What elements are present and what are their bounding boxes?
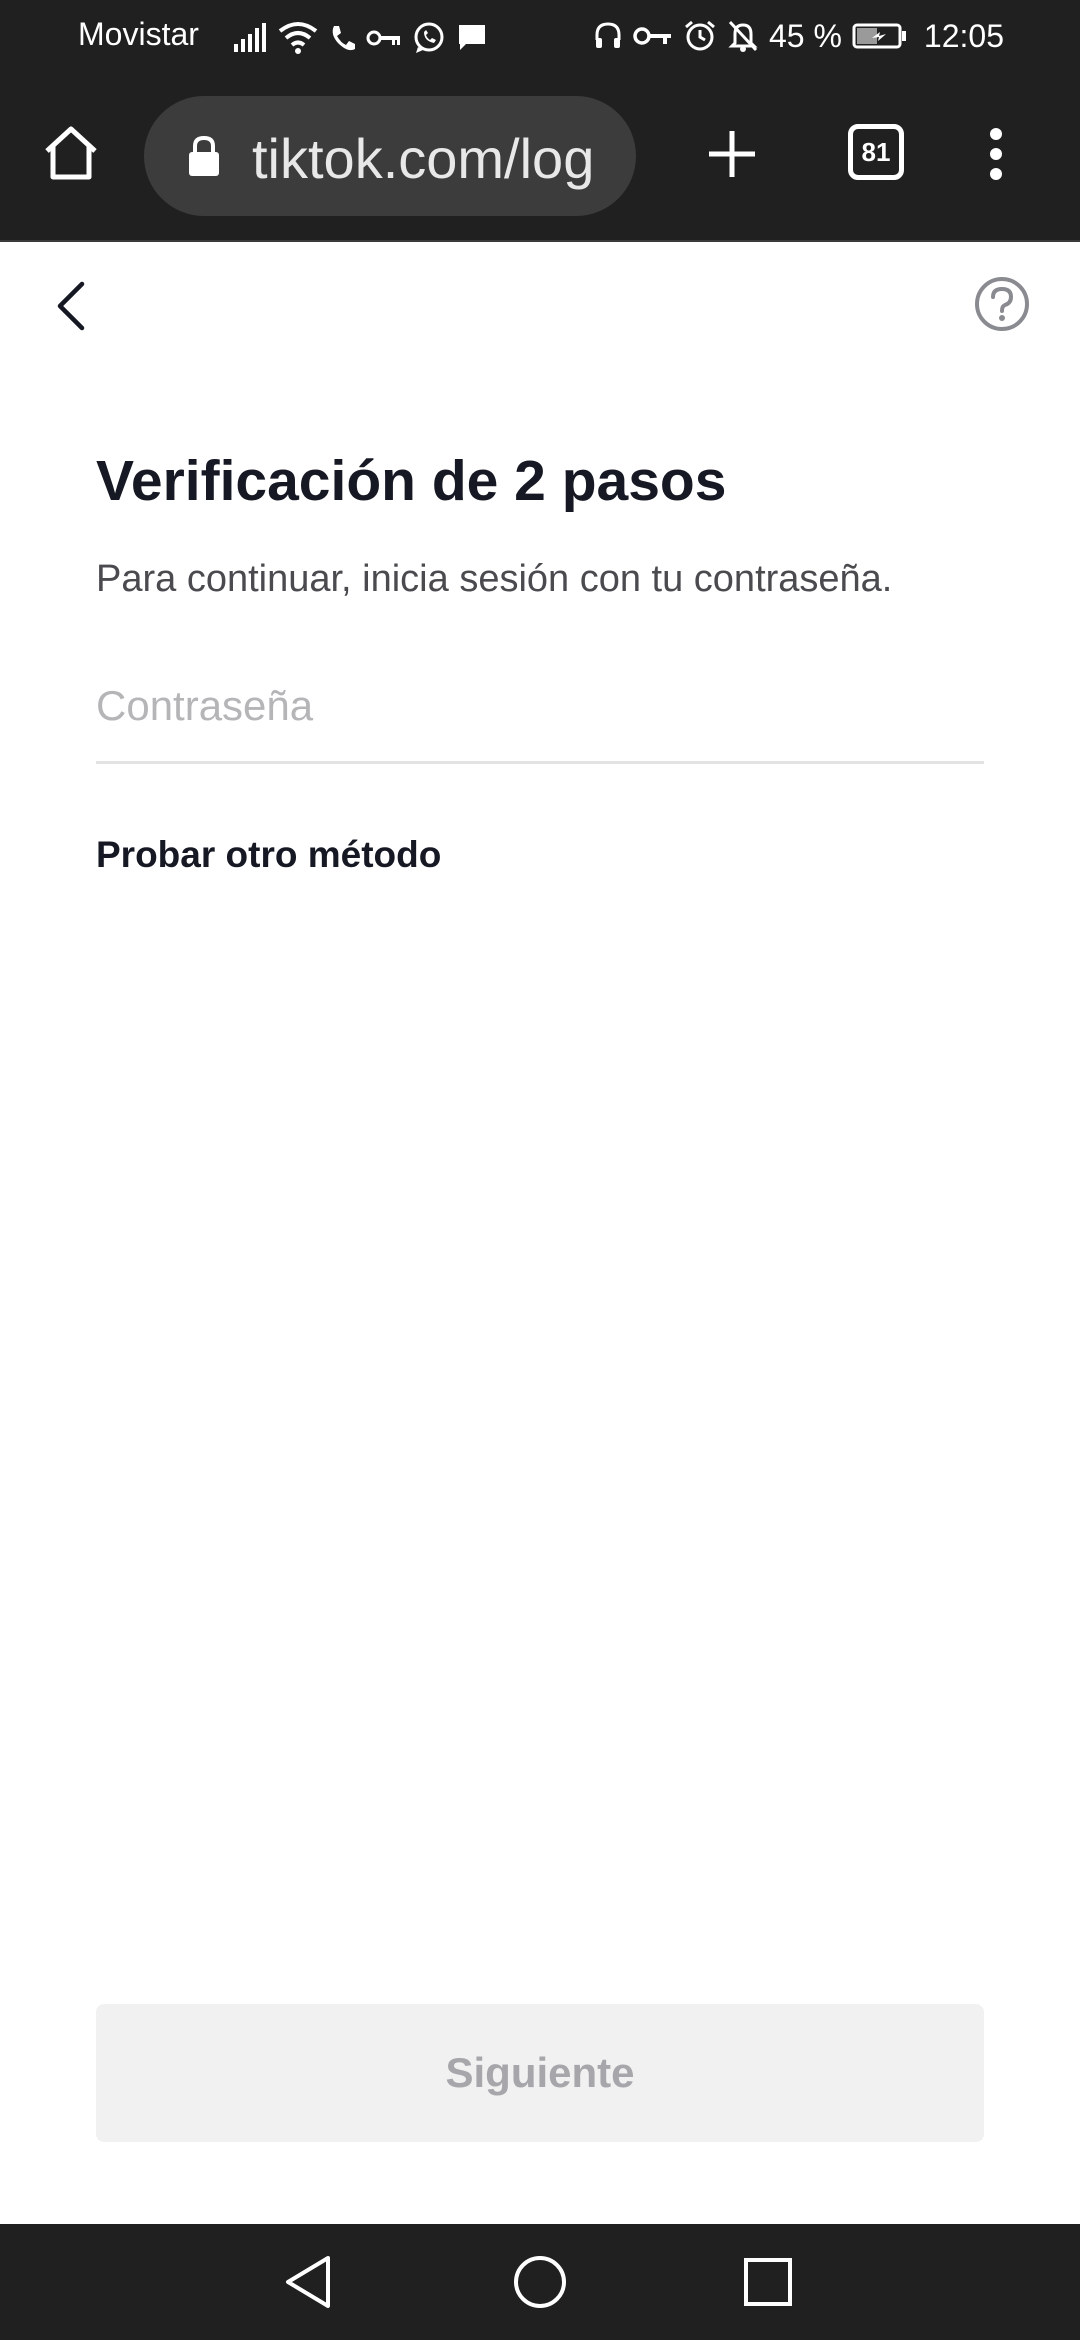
whatsapp-icon bbox=[414, 22, 444, 53]
more-vertical-icon bbox=[990, 128, 1002, 180]
lock-icon bbox=[189, 135, 219, 176]
home-icon bbox=[45, 126, 97, 180]
address-bar[interactable]: tiktok.com/log bbox=[144, 96, 636, 216]
help-icon bbox=[975, 277, 1029, 331]
try-another-method-link[interactable]: Probar otro método bbox=[96, 834, 441, 876]
back-button[interactable] bbox=[44, 276, 96, 336]
battery-percent: 45 % bbox=[768, 17, 842, 54]
circle-home-icon bbox=[514, 2256, 566, 2308]
password-input[interactable] bbox=[96, 650, 984, 764]
tab-count: 81 bbox=[861, 136, 891, 167]
call-icon bbox=[332, 26, 355, 51]
system-recents-button[interactable] bbox=[736, 2250, 800, 2314]
clock: 12:05 bbox=[923, 17, 1004, 54]
browser-toolbar: tiktok.com/log 81 bbox=[0, 74, 1080, 242]
headset-icon bbox=[595, 22, 621, 48]
wifi-icon bbox=[278, 22, 318, 54]
status-bar: Movistar 45 % 12:05 bbox=[0, 0, 1080, 74]
key-icon bbox=[366, 30, 400, 46]
help-button[interactable] bbox=[974, 276, 1030, 332]
battery-icon bbox=[852, 23, 906, 49]
page-title: Verificación de 2 pasos bbox=[96, 449, 727, 513]
bell-off-icon bbox=[728, 20, 758, 52]
carrier-name: Movistar bbox=[78, 16, 199, 52]
chevron-left-icon bbox=[57, 281, 85, 331]
new-tab-button[interactable] bbox=[696, 118, 768, 190]
status-right-icons: 45 % 12:05 bbox=[593, 14, 1004, 58]
square-recents-icon bbox=[744, 2258, 792, 2306]
system-back-button[interactable] bbox=[276, 2250, 340, 2314]
triangle-back-icon bbox=[286, 2256, 330, 2308]
plus-icon bbox=[709, 131, 755, 177]
system-home-button[interactable] bbox=[508, 2250, 572, 2314]
system-navigation-bar bbox=[0, 2224, 1080, 2340]
status-left-icons bbox=[232, 18, 488, 58]
page-subtitle: Para continuar, inicia sesión con tu con… bbox=[96, 558, 893, 600]
url-text: tiktok.com/log bbox=[252, 127, 595, 190]
browser-menu-button[interactable] bbox=[976, 118, 1016, 190]
message-icon bbox=[459, 25, 485, 50]
next-button[interactable]: Siguiente bbox=[96, 2004, 984, 2142]
tab-switcher-button[interactable]: 81 bbox=[848, 124, 904, 180]
alarm-icon bbox=[685, 20, 715, 51]
vpn-key-icon bbox=[633, 27, 671, 45]
home-button[interactable] bbox=[36, 118, 106, 188]
signal-icon bbox=[234, 23, 266, 52]
